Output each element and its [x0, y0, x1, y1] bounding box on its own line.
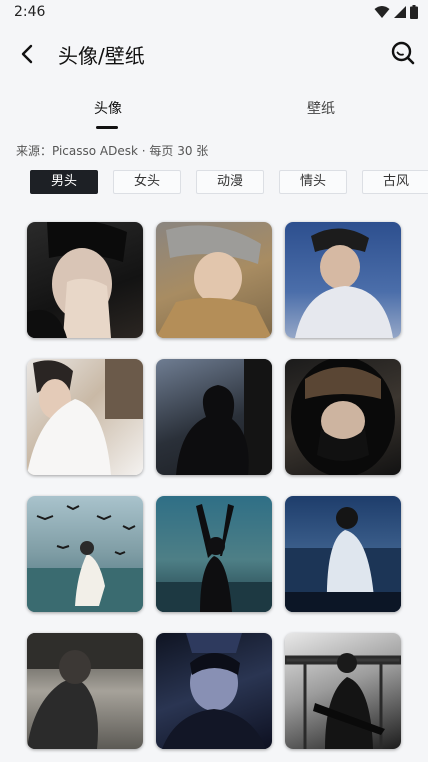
- category-chips: 男头 女头 动漫 情头 古风: [30, 170, 428, 196]
- status-bar: 2:46: [0, 0, 428, 26]
- avatar-thumbnail[interactable]: [156, 359, 272, 475]
- tab-indicator: [96, 126, 118, 129]
- status-icons: [374, 5, 418, 19]
- back-arrow-icon[interactable]: [16, 42, 40, 66]
- status-time: 2:46: [14, 4, 46, 20]
- avatar-thumbnail[interactable]: [27, 496, 143, 612]
- avatar-thumbnail[interactable]: [285, 222, 401, 338]
- avatar-thumbnail[interactable]: [285, 496, 401, 612]
- avatar-grid: [27, 222, 401, 749]
- avatar-thumbnail[interactable]: [156, 633, 272, 749]
- app-bar: 头像/壁纸: [0, 28, 428, 80]
- page-title: 头像/壁纸: [58, 44, 145, 68]
- tab-avatar[interactable]: 头像: [94, 98, 122, 118]
- chip-couple[interactable]: 情头: [279, 170, 347, 194]
- source-info: 来源：Picasso ADesk · 每页 30 张: [16, 144, 209, 158]
- chip-anime[interactable]: 动漫: [196, 170, 264, 194]
- avatar-thumbnail[interactable]: [27, 359, 143, 475]
- battery-icon: [410, 5, 418, 19]
- chip-female[interactable]: 女头: [113, 170, 181, 194]
- tab-wallpaper[interactable]: 壁纸: [307, 98, 335, 118]
- wifi-icon: [374, 6, 390, 18]
- avatar-thumbnail[interactable]: [285, 359, 401, 475]
- search-icon[interactable]: [390, 40, 416, 66]
- avatar-thumbnail[interactable]: [285, 633, 401, 749]
- chip-ancient[interactable]: 古风: [362, 170, 428, 194]
- signal-icon: [394, 6, 406, 18]
- chip-male[interactable]: 男头: [30, 170, 98, 194]
- avatar-thumbnail[interactable]: [156, 222, 272, 338]
- avatar-thumbnail[interactable]: [27, 633, 143, 749]
- tab-bar: 头像 壁纸: [0, 92, 428, 132]
- avatar-thumbnail[interactable]: [156, 496, 272, 612]
- avatar-thumbnail[interactable]: [27, 222, 143, 338]
